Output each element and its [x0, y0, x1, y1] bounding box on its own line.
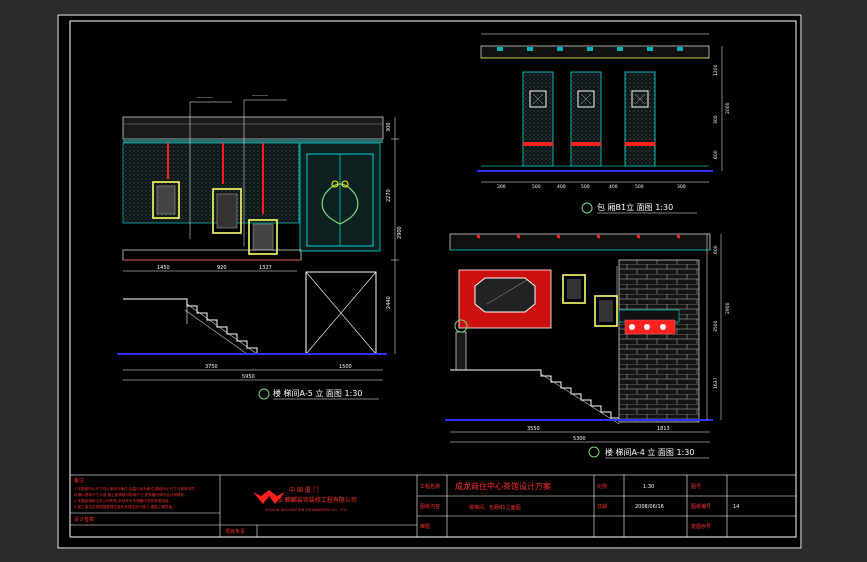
b1-dim-1: 300: [497, 184, 506, 190]
project-name-label: 工程名称: [420, 483, 440, 490]
a5-dim-total: 5950: [242, 374, 255, 380]
date-value: 2008/06/16: [635, 504, 664, 510]
b1-height-2: 2000: [725, 102, 731, 114]
b1-dim-4: 500: [581, 184, 590, 190]
b1-section-marker: [581, 202, 593, 214]
a4-dim-right: 1813: [657, 426, 670, 432]
a5-height-3: 2900: [397, 226, 403, 239]
cad-drawing: ———— ———— 1450 920 1327 3750 1500 5950 3…: [57, 14, 802, 549]
a4-height-1: 600: [713, 245, 719, 254]
note-line-1: 1.本图纸所示尺寸均以毫米为单位,标高以米为单位,图纸所示尺寸与现场不符: [74, 486, 195, 491]
a4-caption: 楼 梯间A-4 立 面图 1:30: [605, 447, 694, 457]
a5-height-2: 2270: [386, 189, 392, 202]
b1-caption: 包 厢B1立 面图 1:30: [597, 202, 673, 212]
sheet-no-value: 14: [733, 504, 739, 510]
note-line-2: 时请以现场尺寸为准,施工前请核对现场尺寸,如有疑问请与设计师联系。: [74, 492, 188, 497]
date-label: 日期: [597, 504, 607, 510]
a5-dim-a: 1450: [157, 265, 170, 271]
scale-value: 1:30: [643, 484, 654, 490]
a4-dim-total: 5300: [573, 436, 586, 442]
a5-dim-c: 1327: [259, 265, 272, 271]
drawing-sheet: ———— ———— 1450 920 1327 3750 1500 5950 3…: [57, 14, 802, 549]
a4-height-3: 3500: [713, 320, 719, 332]
designer-label: 设计签章: [74, 516, 94, 523]
project-name: 成龙商住中心茶馆设计方案: [455, 481, 551, 491]
elevation-a4: [445, 233, 722, 443]
b1-height-1: 1200: [713, 64, 719, 76]
sheet-no-label: 图纸编号: [691, 503, 711, 510]
b1-dim-2: 500: [532, 184, 541, 190]
a4-dim-left: 3550: [527, 426, 540, 432]
scale-label: 比例: [597, 483, 607, 490]
svg-text:————: ————: [252, 93, 268, 98]
drawing-no-label: 图号: [691, 484, 701, 490]
b1-height-4: 600: [713, 150, 719, 159]
check-label: 复图序号: [691, 523, 711, 530]
a4-height-4: 1637: [713, 377, 719, 389]
b1-height-3: 300: [713, 115, 719, 124]
project-owner-label: 项目负责: [225, 528, 245, 535]
a4-height-2: 2900: [725, 302, 731, 314]
company-en: YUQILIN DECORATION ENGINEERING CO., LTD.: [265, 508, 348, 512]
b1-dim-7: 300: [677, 184, 686, 190]
a5-height-4: 2440: [386, 296, 392, 309]
note-line-3: 2.本图纸版权归本公司所有,未经许可不得翻印或作其他用途。: [74, 498, 172, 503]
review-label: 审图: [420, 523, 430, 530]
a5-dim-left: 3750: [205, 364, 218, 370]
a5-caption: 楼 梯间A-5 立 面图 1:30: [273, 388, 362, 398]
b1-dim-5: 400: [609, 184, 618, 190]
company-cn-line2: 玉 麒麟装饰装修工程有限公司: [277, 496, 357, 504]
note-line-4: 3.施工单位应按照国家规范及有关规定进行施工,确保工程质量。: [74, 504, 176, 509]
a5-dim-right: 1500: [339, 364, 352, 370]
a5-height-1: 300: [386, 122, 392, 132]
b1-dim-6: 500: [635, 184, 644, 190]
a4-section-marker: [588, 446, 600, 458]
notes-label: 备注:: [74, 477, 86, 484]
drawing-content-label: 图纸内容: [420, 503, 440, 510]
elevation-b1: [477, 33, 723, 183]
b1-dim-3: 400: [557, 184, 566, 190]
svg-text:————: ————: [197, 95, 213, 100]
drawing-content: 楼梯间、包厢B1立面图: [469, 504, 521, 511]
a5-section-marker: [258, 388, 270, 400]
elevation-a5: ———— ————: [117, 93, 399, 381]
a5-dim-b: 920: [217, 265, 227, 271]
company-cn-line1: 中 国 厦 门: [289, 486, 319, 494]
